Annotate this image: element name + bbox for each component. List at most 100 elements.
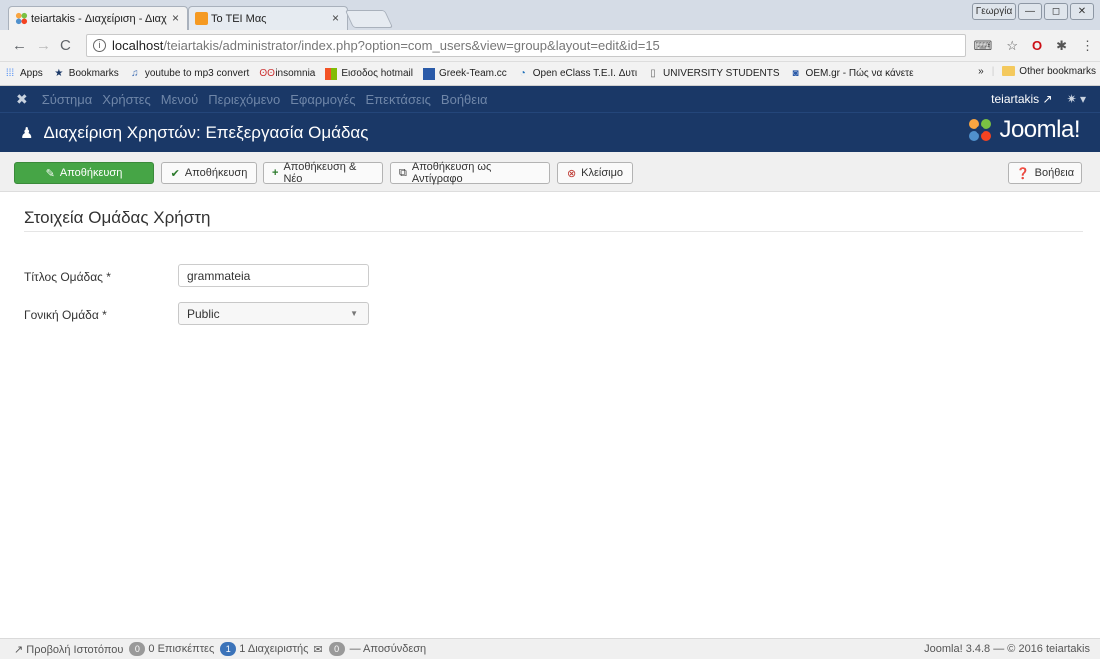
more-bookmarks-button[interactable]: » <box>978 66 984 77</box>
translate-icon[interactable]: ⌨ <box>974 38 993 54</box>
bookmark-bookmarks[interactable]: ★ Bookmarks <box>53 68 119 80</box>
bookmark-label: Εισοδος hotmail <box>341 68 413 79</box>
close-circle-icon: ⊗ <box>566 167 577 180</box>
bookmark-label: Greek-Team.cc <box>438 68 507 79</box>
group-title-label: Τίτλος Ομάδας * <box>24 270 111 284</box>
oem-icon: ◙ <box>792 67 799 79</box>
back-icon[interactable]: ← <box>12 37 27 54</box>
address-bar-actions: ⌨ ☆ O ✱ ⋮ <box>974 38 1094 54</box>
bookmark-oem[interactable]: ◙ OEM.gr - Πώς να κάνετε <box>790 68 914 80</box>
tab-teiartakis-admin[interactable]: teiartakis - Διαχείριση - Διαχ × <box>8 6 188 30</box>
close-window-button[interactable]: ✕ <box>1070 3 1094 20</box>
menu-content[interactable]: Περιεχόμενο <box>208 92 280 107</box>
version-footer: Joomla! 3.4.8 — © 2016 teiartakis <box>924 643 1090 655</box>
bookmark-eclass[interactable]: ◔ Open eClass T.E.I. Δυτι <box>517 68 637 80</box>
group-title-value: grammateia <box>187 268 251 283</box>
user-icon: ♟ <box>20 124 34 142</box>
chrome-menu-icon[interactable]: ⋮ <box>1081 38 1094 54</box>
new-tab-button[interactable] <box>344 10 394 28</box>
help-label: Βοήθεια <box>1034 167 1075 179</box>
url-input[interactable]: i localhost /teiartakis/administrator/in… <box>86 34 966 57</box>
forward-icon[interactable]: → <box>36 37 51 54</box>
address-bar-row: ← → C i localhost /teiartakis/administra… <box>0 30 1100 62</box>
other-bookmarks-button[interactable]: Other bookmarks <box>1002 66 1096 77</box>
group-title-input[interactable]: grammateia <box>178 264 369 287</box>
menu-system[interactable]: Σύστημα <box>42 92 93 107</box>
logout-link[interactable]: — Αποσύνδεση <box>350 643 427 655</box>
close-tab-icon[interactable]: × <box>172 11 179 25</box>
help-icon: ❓ <box>1015 167 1030 180</box>
close-label: Κλείσιμο <box>581 167 624 179</box>
section-title: Στοιχεία Ομάδας Χρήστη <box>24 208 211 227</box>
menu-help[interactable]: Βοήθεια <box>441 92 488 107</box>
save-new-button[interactable]: + Αποθήκευση & Νέο <box>263 161 383 185</box>
copy-icon: ⧉ <box>399 166 407 179</box>
view-site-link[interactable]: ↗ Προβολή Ιστοτόπου <box>14 643 123 656</box>
save-new-label: Αποθήκευση & Νέο <box>283 161 357 185</box>
info-icon[interactable]: i <box>93 39 106 52</box>
eclass-icon: ◔ <box>519 67 526 79</box>
visitors-label: 0 Επισκέπτες <box>148 643 215 655</box>
reload-icon[interactable]: C <box>60 37 71 54</box>
bookmarks-bar: ⁞⁞⁞ Apps ★ Bookmarks ♫ youtube to mp3 conve… <box>0 62 1100 86</box>
admins-label: 1 Διαχειριστής <box>239 643 309 655</box>
save-close-button[interactable]: ✔ Αποθήκευση <box>161 162 257 184</box>
profile-button[interactable]: Γεωργία <box>972 3 1016 20</box>
save-button[interactable]: ✎ Αποθήκευση <box>14 162 154 184</box>
bookmark-label: OEM.gr - Πώς να κάνετε <box>805 68 914 79</box>
menu-extensions[interactable]: Επεκτάσεις <box>366 92 431 107</box>
opera-extension-icon[interactable]: O <box>1032 38 1042 54</box>
bookmark-hotmail[interactable]: Εισοδος hotmail <box>325 67 413 80</box>
url-path: /teiartakis/administrator/index.php?opti… <box>163 38 660 53</box>
windows-icon <box>325 67 338 80</box>
parent-group-select[interactable]: Public ▼ <box>178 302 369 325</box>
menu-components[interactable]: Εφαρμογές <box>290 92 355 107</box>
bookmark-insomnia[interactable]: ʘʘ insomnia <box>259 68 315 80</box>
page-title: Διαχείριση Χρηστών: Επεξεργασία Ομάδας <box>43 122 369 142</box>
bookmark-university[interactable]: ▯ UNIVERSITY STUDENTS <box>647 67 780 80</box>
bookmark-label: insomnia <box>275 68 316 79</box>
page-icon: ▯ <box>650 67 656 79</box>
messages-badge: 0 <box>328 642 345 656</box>
bookmark-greek-team[interactable]: Greek-Team.cc <box>422 67 507 80</box>
eyes-icon: ʘʘ <box>259 67 275 79</box>
external-link-icon: ↗ <box>1042 92 1053 106</box>
parent-group-label: Γονική Ομάδα * <box>24 308 107 322</box>
mail-icon[interactable]: ✉ <box>313 643 322 656</box>
menu-users[interactable]: Χρήστες <box>102 92 151 107</box>
page-header: ♟ Διαχείριση Χρηστών: Επεξεργασία Ομάδας <box>0 112 1100 152</box>
extension-icon[interactable]: ✱ <box>1056 38 1067 54</box>
joomla-brand-icon <box>969 119 992 141</box>
section-divider <box>24 231 1083 232</box>
joomla-logo-icon[interactable]: ✖ <box>16 91 28 108</box>
close-button[interactable]: ⊗ Κλείσιμο <box>557 162 633 184</box>
save-as-copy-button[interactable]: ⧉ Αποθήκευση ως Αντίγραφο <box>390 161 550 185</box>
chevron-down-icon: ▼ <box>350 309 358 318</box>
action-toolbar: ✎ Αποθήκευση ✔ Αποθήκευση + Αποθήκευση &… <box>0 152 1100 192</box>
bookmark-divider: | <box>991 66 995 77</box>
menu-menus[interactable]: Μενού <box>161 92 198 107</box>
save-label: Αποθήκευση <box>59 167 123 179</box>
browser-tab-strip: teiartakis - Διαχείριση - Διαχ × Το ΤΕΙ … <box>0 0 1100 30</box>
help-button[interactable]: ❓ Βοήθεια <box>1008 162 1082 184</box>
url-host: localhost <box>112 38 164 53</box>
tab-tei-mas[interactable]: Το ΤΕΙ Μας × <box>188 6 348 30</box>
bookmark-star-icon[interactable]: ☆ <box>1006 38 1018 54</box>
bookmark-youtube-mp3[interactable]: ♫ youtube to mp3 convert <box>129 68 249 80</box>
star-icon: ★ <box>54 67 64 79</box>
bookmark-apps[interactable]: ⁞⁞⁞ Apps <box>4 68 43 80</box>
gear-icon[interactable]: ✷ ▾ <box>1067 92 1086 106</box>
maximize-button[interactable]: ◻ <box>1044 3 1068 20</box>
minimize-button[interactable]: — <box>1018 3 1042 20</box>
close-tab-icon[interactable]: × <box>332 11 339 25</box>
bookmark-label: UNIVERSITY STUDENTS <box>663 68 780 79</box>
window-controls: Γεωργία — ◻ ✕ <box>972 3 1094 20</box>
apps-icon: ⁞⁞⁞ <box>5 67 15 79</box>
site-link[interactable]: teiartakis ↗ <box>991 92 1052 106</box>
joomla-brand-text: Joomla! <box>999 116 1080 143</box>
admin-user-area: teiartakis ↗ ✷ ▾ <box>991 92 1086 106</box>
site-favicon-icon <box>195 12 208 25</box>
admins-badge: 1 <box>220 642 237 656</box>
edit-icon: ✎ <box>45 167 55 180</box>
folder-icon <box>1002 66 1016 77</box>
